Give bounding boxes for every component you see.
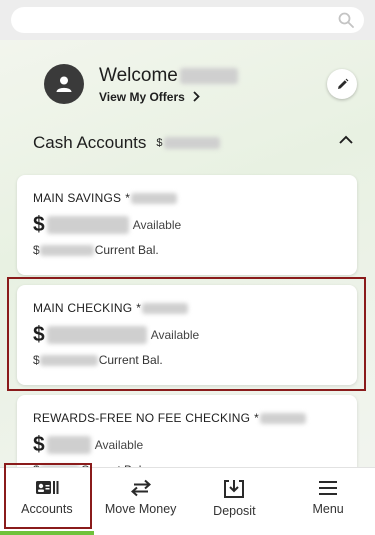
deposit-icon (224, 480, 245, 498)
redacted-account-number (260, 412, 307, 424)
account-name: MAIN SAVINGS * (33, 191, 341, 205)
edit-button[interactable] (327, 69, 357, 99)
nav-deposit[interactable]: Deposit (188, 468, 282, 535)
redacted-available-amount (46, 216, 129, 234)
nav-menu[interactable]: Menu (281, 468, 375, 535)
search-icon (338, 12, 354, 28)
cash-accounts-header[interactable]: Cash Accounts $ (33, 133, 353, 153)
redacted-available-amount (46, 436, 91, 454)
hamburger-menu-icon (319, 481, 338, 495)
person-icon (56, 76, 72, 92)
pencil-icon (337, 78, 348, 89)
nav-menu-label: Menu (312, 502, 344, 516)
section-title: Cash Accounts (33, 133, 147, 152)
view-offers-link[interactable]: View My Offers (99, 90, 238, 104)
redacted-current-amount (39, 244, 94, 256)
nav-move-money[interactable]: Move Money (94, 468, 188, 535)
cash-accounts-total: $ (156, 137, 220, 149)
highlight-frame-accounts-tab (4, 463, 92, 529)
top-bar (0, 0, 375, 40)
avatar[interactable] (44, 64, 84, 104)
welcome-section: Welcome View My Offers (44, 64, 238, 104)
chevron-up-icon[interactable] (339, 135, 353, 144)
welcome-heading: Welcome (99, 65, 238, 87)
account-name: REWARDS-FREE NO FEE CHECKING * (33, 411, 341, 425)
welcome-greeting: Welcome (99, 64, 178, 86)
highlight-frame-checking (7, 277, 366, 391)
transfer-arrows-icon (130, 479, 151, 497)
search-input[interactable] (11, 7, 364, 33)
redacted-total (163, 137, 220, 149)
account-card-main-savings[interactable]: MAIN SAVINGS * $ Available $ Current Bal… (17, 175, 357, 275)
chevron-right-icon (193, 91, 200, 102)
available-balance: $ Available (33, 213, 182, 236)
view-offers-label: View My Offers (99, 89, 185, 104)
current-balance: $ Current Bal. (33, 243, 159, 257)
available-balance: $ Available (33, 433, 144, 456)
nav-move-money-label: Move Money (104, 502, 177, 516)
redacted-user-name (179, 67, 238, 84)
active-tab-indicator (0, 531, 94, 535)
nav-deposit-label: Deposit (213, 504, 256, 518)
redacted-account-number (131, 192, 178, 204)
